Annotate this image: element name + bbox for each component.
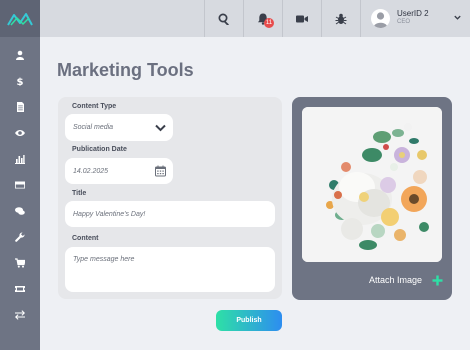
publication-date-value: 14.02.2025 (73, 167, 109, 175)
sidebar-item-cart[interactable] (0, 250, 40, 276)
sidebar: $ (0, 0, 40, 350)
dollar-icon: $ (17, 77, 24, 86)
user-name: UserID 2 (397, 9, 429, 18)
sidebar-item-chat[interactable] (0, 198, 40, 224)
search-button[interactable] (204, 0, 243, 37)
content-type-label: Content Type (72, 103, 117, 110)
avatar-user-icon (373, 12, 388, 28)
sidebar-item-dollar[interactable]: $ (0, 68, 40, 94)
page-title: Marketing Tools (57, 60, 194, 80)
cart-icon (15, 258, 25, 268)
sidebar-item-chart[interactable] (0, 146, 40, 172)
user-menu[interactable]: UserID 2 CEO (360, 0, 470, 37)
avatar (371, 9, 390, 28)
publication-date-label: Publication Date (72, 146, 127, 153)
eye-icon (15, 130, 25, 136)
sidebar-item-user[interactable] (0, 42, 40, 68)
sidebar-item-transfer[interactable] (0, 302, 40, 328)
document-icon (17, 102, 24, 112)
sidebar-item-document[interactable] (0, 94, 40, 120)
bug-report-button[interactable] (321, 0, 360, 37)
chat-icon (15, 207, 25, 215)
transfer-icon (15, 310, 25, 320)
user-icon (16, 50, 24, 60)
ticket-icon (15, 286, 25, 292)
logo-mark-icon (7, 12, 33, 26)
notifications-button[interactable]: 11 (243, 0, 282, 37)
sidebar-item-tools[interactable] (0, 224, 40, 250)
chevron-down-icon (454, 15, 461, 20)
credit-card-icon (15, 181, 25, 189)
flower-bouquet-illustration (302, 107, 442, 262)
search-icon (218, 13, 229, 25)
content-placeholder: Type message here (73, 256, 135, 263)
video-button[interactable] (282, 0, 321, 37)
content-label: Content (72, 235, 99, 242)
sidebar-item-ticket[interactable] (0, 276, 40, 302)
flower-image (302, 107, 442, 262)
bar-chart-icon (15, 155, 25, 164)
user-role: CEO (397, 19, 411, 25)
logo[interactable] (0, 0, 40, 37)
content-type-value: Social media (73, 124, 114, 131)
topbar: 11 UserID 2 CEO (40, 0, 470, 37)
title-label: Title (72, 190, 87, 197)
bug-icon (335, 13, 347, 24)
title-input[interactable]: Happy Valentine's Day! (65, 201, 275, 227)
sidebar-item-eye[interactable] (0, 120, 40, 146)
publication-date-field[interactable]: 14.02.2025 (65, 158, 173, 184)
post-form: Content Type Social media Publication Da… (58, 97, 282, 299)
wrench-icon (15, 232, 25, 242)
attach-image-label[interactable]: Attach Image (369, 275, 422, 285)
svg-text:$: $ (17, 77, 24, 86)
calendar-icon[interactable] (155, 165, 166, 177)
image-panel: Attach Image (292, 97, 452, 300)
notification-badge: 11 (264, 18, 274, 28)
chevron-down-icon (155, 124, 166, 131)
content-type-select[interactable]: Social media (65, 114, 173, 141)
title-value: Happy Valentine's Day! (73, 210, 146, 218)
video-camera-icon (296, 15, 308, 22)
content-textarea[interactable]: Type message here (65, 247, 275, 292)
sidebar-item-card[interactable] (0, 172, 40, 198)
publish-button[interactable]: Publish (216, 310, 282, 331)
plus-icon[interactable] (432, 275, 443, 286)
